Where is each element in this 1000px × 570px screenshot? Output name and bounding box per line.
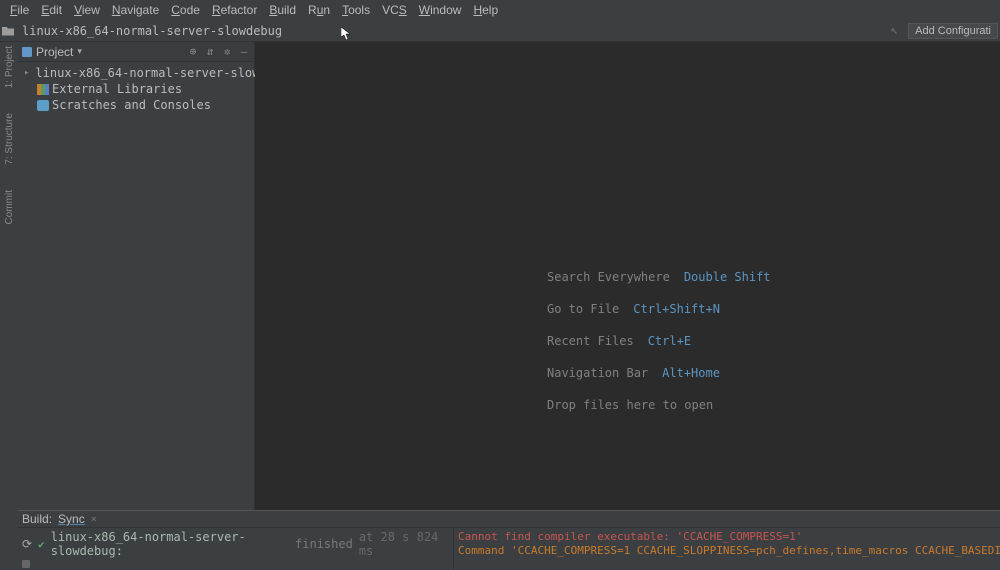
hint-navbar-label: Navigation Bar <box>547 366 648 380</box>
nav-bar: linux-x86_64-normal-server-slowdebug ↖ A… <box>0 20 1000 42</box>
build-tab-sync[interactable]: Sync <box>58 512 85 526</box>
project-header: Project ▾ ⊕ ⇵ ✲ — <box>18 42 254 62</box>
hint-recent-label: Recent Files <box>547 334 634 348</box>
build-output[interactable]: Cannot find compiler executable: 'CCACHE… <box>453 528 1000 570</box>
stop-icon[interactable] <box>22 560 30 568</box>
left-stripe-bottom <box>0 510 18 570</box>
stripe-project[interactable]: 1: Project <box>4 46 15 88</box>
gear-icon[interactable]: ✲ <box>221 45 233 58</box>
build-body: ⟳ ✔ linux-x86_64-normal-server-slowdebug… <box>18 528 1000 570</box>
hint-search-label: Search Everywhere <box>547 270 670 284</box>
hint-recent-key: Ctrl+E <box>648 334 691 348</box>
close-icon[interactable]: × <box>91 514 97 525</box>
hint-gotofile-label: Go to File <box>547 302 619 316</box>
project-tool-window: Project ▾ ⊕ ⇵ ✲ — ▸ linux-x86_64-normal-… <box>18 42 255 510</box>
tree-external-libraries[interactable]: External Libraries <box>20 81 252 97</box>
build-error-line: Command 'CCACHE_COMPRESS=1 CCACHE_SLOPPI… <box>458 544 996 558</box>
build-tab-title: Build: <box>22 512 52 526</box>
breadcrumb[interactable]: linux-x86_64-normal-server-slowdebug <box>2 24 282 38</box>
menubar: File Edit View Navigate Code Refactor Bu… <box>0 0 1000 20</box>
expand-all-icon[interactable]: ⇵ <box>204 45 216 58</box>
tree-scratches[interactable]: Scratches and Consoles <box>20 97 252 113</box>
stripe-commit[interactable]: Commit <box>4 190 15 224</box>
check-icon: ✔ <box>38 538 45 551</box>
editor-hints: Search Everywhere Double Shift Go to Fil… <box>547 270 771 412</box>
menu-file[interactable]: File <box>4 1 35 19</box>
menu-tools[interactable]: Tools <box>336 1 376 19</box>
refresh-icon[interactable]: ⟳ <box>22 537 32 551</box>
project-view-title[interactable]: Project <box>36 45 73 59</box>
menu-refactor[interactable]: Refactor <box>206 1 263 19</box>
chevron-right-icon[interactable]: ▸ <box>24 68 29 78</box>
menu-navigate[interactable]: Navigate <box>106 1 165 19</box>
editor-empty-state: Search Everywhere Double Shift Go to Fil… <box>255 42 1000 510</box>
hint-drop: Drop files here to open <box>547 398 713 412</box>
menu-vcs[interactable]: VCS <box>376 1 413 19</box>
project-view-icon <box>22 47 32 57</box>
chevron-down-icon[interactable]: ▾ <box>77 46 82 57</box>
locate-icon[interactable]: ⊕ <box>187 45 199 58</box>
build-tool-window: Build: Sync × ⟳ ✔ linux-x86_64-normal-se… <box>18 510 1000 570</box>
tree-root[interactable]: ▸ linux-x86_64-normal-server-slowde <box>20 65 252 81</box>
menu-run[interactable]: Run <box>302 1 336 19</box>
build-tabs: Build: Sync × <box>18 511 1000 528</box>
build-project-name[interactable]: linux-x86_64-normal-server-slowdebug: <box>51 530 289 558</box>
menu-edit[interactable]: Edit <box>35 1 68 19</box>
library-icon <box>37 84 49 95</box>
hint-navbar-key: Alt+Home <box>662 366 720 380</box>
hide-icon[interactable]: — <box>238 45 250 58</box>
folder-icon <box>2 26 14 36</box>
menu-build[interactable]: Build <box>263 1 302 19</box>
build-status: finished <box>295 537 353 551</box>
project-tree: ▸ linux-x86_64-normal-server-slowde Exte… <box>18 62 254 116</box>
scratch-icon <box>37 100 49 111</box>
build-summary: ⟳ ✔ linux-x86_64-normal-server-slowdebug… <box>18 528 453 570</box>
hint-gotofile-key: Ctrl+Shift+N <box>633 302 720 316</box>
hint-search-key: Double Shift <box>684 270 771 284</box>
menu-code[interactable]: Code <box>165 1 206 19</box>
stripe-structure[interactable]: 7: Structure <box>4 113 15 165</box>
project-name: linux-x86_64-normal-server-slowdebug <box>22 24 282 38</box>
add-configuration-button[interactable]: Add Configurati <box>908 23 998 39</box>
menu-view[interactable]: View <box>68 1 106 19</box>
nav-back-icon[interactable]: ↖ <box>886 23 902 38</box>
menu-window[interactable]: Window <box>413 1 468 19</box>
left-tool-stripe: 1: Project 7: Structure Commit <box>0 42 18 532</box>
menu-help[interactable]: Help <box>467 1 504 19</box>
build-error-line: Cannot find compiler executable: 'CCACHE… <box>458 530 996 544</box>
build-time: at 28 s 824 ms <box>359 530 449 558</box>
